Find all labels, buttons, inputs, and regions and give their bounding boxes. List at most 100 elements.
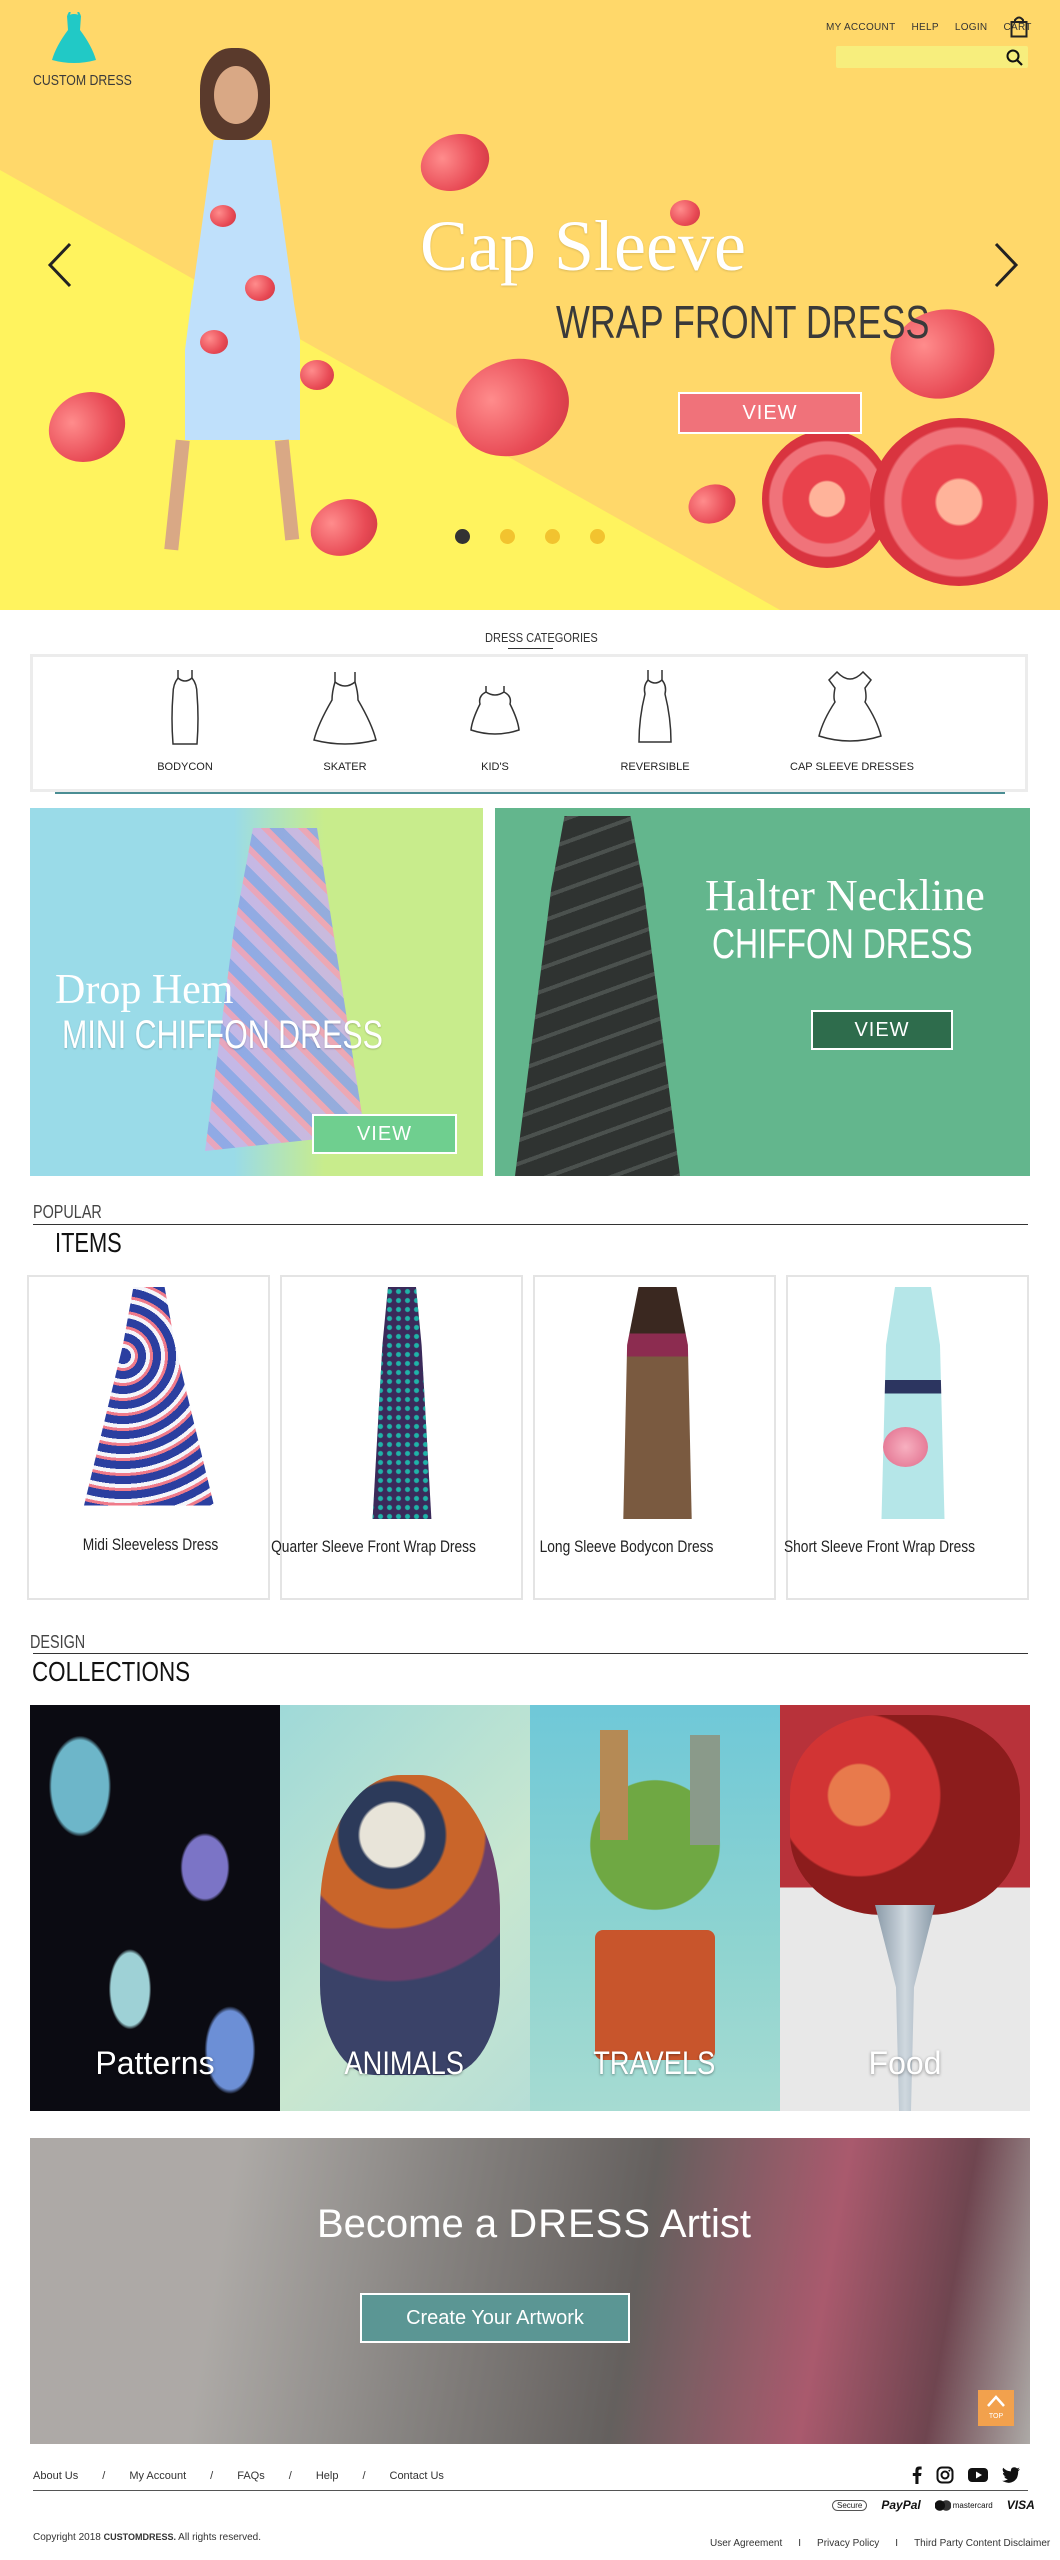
seafood-image — [790, 1715, 1020, 1915]
logo-text[interactable]: CUSTOM DRESS — [33, 72, 132, 89]
artist-title-pre: Become a — [316, 2202, 509, 2246]
product-card[interactable]: Long Sleeve Bodycon Dress — [533, 1275, 776, 1600]
promo-drop-hem[interactable]: Drop Hem MINI CHIFFON DRESS VIEW — [30, 808, 483, 1176]
tomato-decoration — [682, 477, 742, 531]
heading-underline — [508, 648, 553, 649]
promo-view-button[interactable]: VIEW — [312, 1114, 457, 1154]
promo-subtitle: CHIFFON DRESS — [712, 920, 973, 967]
kids-dress-icon — [470, 686, 520, 735]
flower-print — [883, 1427, 928, 1467]
product-name: Midi Sleeveless Dress — [82, 1535, 219, 1554]
dress-print — [245, 275, 275, 301]
reversible-dress-icon — [638, 670, 672, 743]
collection-label: TRAVELS — [593, 2045, 716, 2081]
dress-print — [200, 330, 228, 354]
nav-login[interactable]: LOGIN — [955, 22, 988, 33]
top-label: TOP — [988, 2413, 1004, 2420]
promo-halter-neckline[interactable]: Halter Neckline CHIFFON DRESS VIEW — [495, 808, 1030, 1176]
dress-logo-icon[interactable] — [50, 11, 98, 64]
copyright-brand: CUSTOMDRESS. — [103, 2532, 176, 2542]
product-image — [84, 1287, 214, 1506]
category-bodycon[interactable]: BODYCON — [145, 668, 225, 778]
mastercard-icon: mastercard — [934, 2499, 993, 2511]
copyright: Copyright 2018 CUSTOMDRESS. All rights r… — [33, 2532, 261, 2543]
category-reversible[interactable]: REVERSIBLE — [615, 668, 695, 778]
big-ben-image — [600, 1730, 628, 1840]
cap-sleeve-dress-icon — [818, 670, 882, 742]
mastercard-label: mastercard — [952, 2500, 993, 2510]
category-label: CAP SLEEVE DRESSES — [790, 761, 914, 773]
disclaimer-link[interactable]: Third Party Content Disclaimer — [914, 2538, 1050, 2549]
footer-separator: I — [895, 2538, 899, 2549]
category-kids[interactable]: KID'S — [460, 668, 530, 778]
next-slide-arrow-icon[interactable] — [992, 240, 1022, 290]
youtube-icon[interactable] — [968, 2467, 988, 2483]
footer-links: About Us / My Account / FAQs / Help / Contac… — [33, 2470, 444, 2482]
footer-separator: I — [798, 2538, 802, 2549]
collection-patterns[interactable]: Patterns — [30, 1705, 280, 2111]
footer-help-link[interactable]: Help — [316, 2470, 339, 2482]
footer-separator: / — [288, 2470, 292, 2482]
promo-view-button[interactable]: VIEW — [811, 1010, 953, 1050]
create-artwork-button[interactable]: Create Your Artwork — [360, 2293, 630, 2343]
suitcase-image — [595, 1930, 715, 2060]
model-dress — [185, 140, 300, 440]
artist-title: Become a DRESS Artist — [284, 2202, 784, 2247]
category-label: KID'S — [481, 761, 509, 773]
collection-travels[interactable]: TRAVELS — [530, 1705, 780, 2111]
search-input[interactable] — [836, 46, 1028, 68]
hero-banner: CUSTOM DRESS MY ACCOUNT HELP LOGIN CART … — [0, 0, 1060, 610]
privacy-policy-link[interactable]: Privacy Policy — [817, 2538, 879, 2549]
slide-dot-4[interactable] — [590, 529, 605, 544]
product-card[interactable]: Midi Sleeveless Dress — [27, 1275, 270, 1600]
product-image — [881, 1287, 945, 1519]
promo-subtitle: MINI CHIFFON DRESS — [62, 1013, 383, 1057]
footer-about-link[interactable]: About Us — [33, 2470, 78, 2482]
footer-account-link[interactable]: My Account — [129, 2470, 186, 2482]
section-rule — [33, 1653, 1028, 1654]
payment-methods: Secure PayPal mastercard VISA — [832, 2498, 1035, 2512]
nav-my-account[interactable]: MY ACCOUNT — [826, 22, 896, 33]
user-agreement-link[interactable]: User Agreement — [710, 2538, 782, 2549]
product-card[interactable]: Quarter Sleeve Front Wrap Dress — [271, 1275, 523, 1600]
social-icons — [912, 2466, 1020, 2484]
category-skater[interactable]: SKATER — [300, 668, 390, 778]
hero-view-button[interactable]: VIEW — [678, 392, 862, 434]
product-name: Quarter Sleeve Front Wrap Dress — [271, 1537, 476, 1556]
slide-dot-3[interactable] — [545, 529, 560, 544]
twitter-icon[interactable] — [1002, 2467, 1020, 2483]
footer-separator: / — [210, 2470, 214, 2482]
facebook-icon[interactable] — [912, 2466, 922, 2484]
search-icon[interactable] — [1006, 49, 1023, 66]
prev-slide-arrow-icon[interactable] — [44, 240, 74, 290]
statue-image — [690, 1735, 720, 1845]
shopping-bag-icon[interactable] — [1010, 16, 1028, 38]
collection-food[interactable]: Food — [780, 1705, 1030, 2111]
collection-animals[interactable]: ANIMALS — [280, 1705, 530, 2111]
visa-icon: VISA — [1006, 2498, 1035, 2512]
legal-links: User Agreement I Privacy Policy I Third Pa… — [710, 2538, 1050, 2549]
collection-label: ANIMALS — [344, 2045, 464, 2081]
popular-heading: ITEMS — [55, 1227, 122, 1258]
footer-faqs-link[interactable]: FAQs — [237, 2470, 265, 2482]
category-cap-sleeve[interactable]: CAP SLEEVE DRESSES — [790, 668, 914, 778]
category-label: SKATER — [323, 761, 367, 773]
instagram-icon[interactable] — [936, 2466, 954, 2484]
paypal-icon: PayPal — [881, 2498, 921, 2512]
slide-dot-2[interactable] — [500, 529, 515, 544]
product-name: Short Sleeve Front Wrap Dress — [783, 1537, 976, 1556]
collection-label: Food — [868, 2045, 942, 2081]
product-image — [623, 1287, 692, 1519]
footer-contact-link[interactable]: Contact Us — [390, 2470, 444, 2482]
slide-dot-1[interactable] — [455, 529, 470, 544]
product-name: Long Sleeve Bodycon Dress — [539, 1537, 714, 1556]
secure-badge-icon: Secure — [832, 2499, 868, 2511]
product-card[interactable]: Short Sleeve Front Wrap Dress — [784, 1275, 1029, 1600]
back-to-top-button[interactable]: TOP — [978, 2390, 1014, 2426]
category-label: BODYCON — [157, 761, 213, 773]
collections-heading: COLLECTIONS — [32, 1656, 191, 1687]
model-image — [515, 816, 680, 1176]
nav-help[interactable]: HELP — [912, 22, 939, 33]
slide-indicators — [455, 529, 605, 544]
design-label: DESIGN — [30, 1632, 86, 1652]
